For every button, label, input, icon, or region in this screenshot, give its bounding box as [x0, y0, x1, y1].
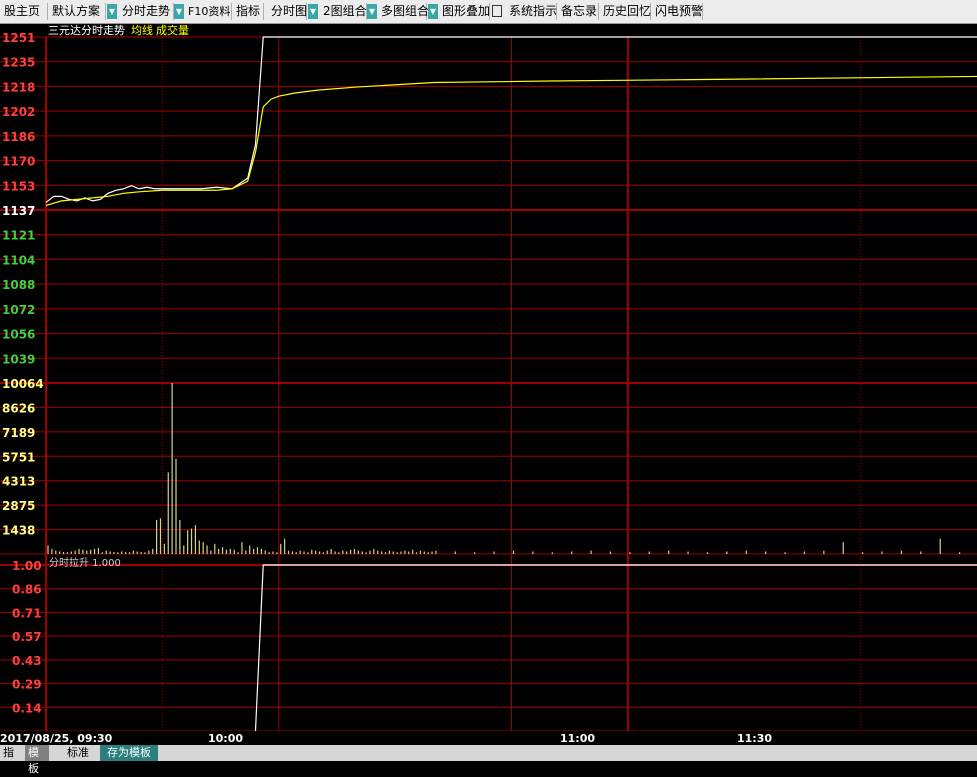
flash-alert-button[interactable]: 闪电预警 [651, 3, 703, 20]
volume-tick-label: 8626 [2, 401, 35, 415]
price-tick-label: 1170 [2, 155, 35, 169]
price-tick-label: 1072 [2, 303, 35, 317]
tab-template[interactable]: 模板 [25, 745, 49, 775]
price-tick-label: 1039 [2, 352, 35, 366]
toolbar: 股主页 默认方案 ▼ 分时走势 ▼ F10资料 指标 分时图 ▼ 2图组合 ▼ … [0, 0, 977, 24]
chart-background [0, 24, 977, 745]
volume-tick-label: 7189 [2, 426, 35, 440]
chevron-down-icon[interactable]: ▼ [174, 4, 184, 19]
indicator-tick-label: 0.71 [12, 606, 42, 620]
price-tick-label: 1153 [2, 179, 35, 193]
volume-tick-label: 5751 [2, 450, 35, 464]
indicator-tick-label: 0.86 [12, 583, 42, 597]
indicator-button[interactable]: 指标 [232, 3, 264, 20]
chevron-down-icon[interactable]: ▼ [308, 4, 318, 19]
price-tick-label: 1186 [2, 130, 35, 144]
date-label: 2017/08/25, 09:30 [0, 732, 113, 745]
price-tick-label: 1088 [2, 278, 35, 292]
chart-title: 三元达分时走势 [48, 24, 125, 37]
time-label-1100: 11:00 [560, 732, 595, 745]
intraday-chart[interactable]: 1251 1235 1218 1202 1186 1170 1153 1137 1121 1104… [0, 24, 977, 745]
f10-button[interactable]: F10资料 [184, 3, 232, 20]
chevron-down-icon[interactable]: ▼ [428, 4, 438, 19]
tab-save-template[interactable]: 存为模板 [100, 745, 158, 761]
home-button[interactable]: 股主页 [0, 3, 48, 20]
system-indicator-button[interactable]: 系统指示 [505, 3, 557, 20]
chevron-down-icon[interactable]: ▼ [107, 4, 117, 19]
tab-indicator[interactable]: 指标 [0, 745, 24, 775]
volume-tick-label: 1438 [2, 524, 35, 538]
multi-chart-combo-button[interactable]: 多图组合 [377, 3, 429, 20]
intraday-trend-button[interactable]: 分时走势 [118, 3, 174, 20]
indicator-tick-label: 1.00 [12, 559, 42, 573]
indicator-label: 分时拉升 1.000 [49, 556, 121, 569]
tab-standard[interactable]: 标准 [60, 745, 96, 761]
time-label-1000: 10:00 [208, 732, 243, 745]
volume-tick-label: 2875 [2, 499, 35, 513]
overlay-button[interactable]: 图形叠加 [438, 3, 490, 20]
price-tick-label: 1121 [2, 229, 35, 243]
indicator-tick-label: 0.57 [12, 630, 42, 644]
time-label-1130: 11:30 [737, 732, 772, 745]
price-tick-label: 1104 [2, 253, 35, 267]
price-tick-label: 1202 [2, 105, 35, 119]
volume-legend: 成交量 [156, 24, 189, 37]
price-tick-label: 1251 [2, 31, 35, 45]
price-tick-label: 1235 [2, 56, 35, 70]
price-tick-label: 1137 [2, 204, 35, 218]
indicator-tick-label: 0.43 [12, 654, 42, 668]
default-scheme-button[interactable]: 默认方案 [48, 3, 106, 20]
two-chart-combo-button[interactable]: 2图组合 [319, 3, 367, 20]
history-recall-button[interactable]: 历史回忆 [599, 3, 651, 20]
price-tick-label: 1218 [2, 80, 35, 94]
intraday-chart-button[interactable]: 分时图 [267, 3, 307, 20]
avg-line-legend: 均线 [131, 24, 153, 37]
indicator-tick-label: 0.14 [12, 701, 42, 715]
chevron-down-icon[interactable]: ▼ [367, 4, 377, 19]
indicator-tick-label: 0.29 [12, 678, 42, 692]
lock-icon[interactable] [492, 5, 502, 17]
status-bar: 指标 模板 标准 存为模板 [0, 745, 977, 775]
volume-tick-label: 10064 [2, 377, 44, 391]
time-axis-bg [0, 731, 977, 745]
volume-tick-label: 4313 [2, 475, 35, 489]
memo-button[interactable]: 备忘录 [557, 3, 599, 20]
price-tick-label: 1056 [2, 328, 35, 342]
